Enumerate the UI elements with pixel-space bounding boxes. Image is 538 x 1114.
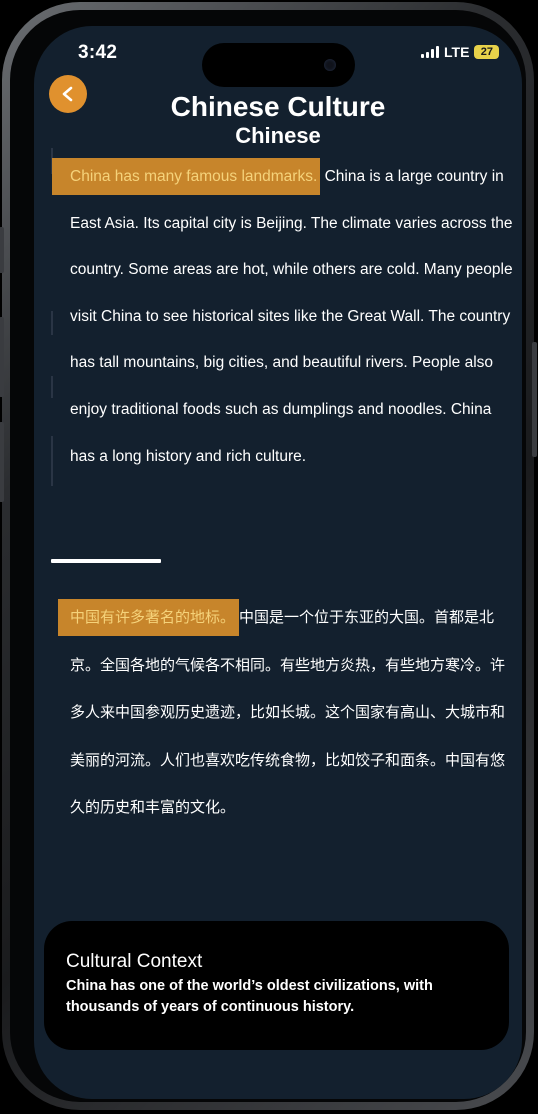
battery-icon: 27	[474, 45, 500, 59]
bezel: 3:42 LTE 27 Chinese Culture Chinese Chin…	[10, 10, 526, 1102]
highlighted-sentence[interactable]: China has many famous landmarks.	[52, 158, 321, 195]
page-subtitle: Chinese	[235, 123, 321, 148]
network-label: LTE	[444, 44, 470, 60]
context-title: Cultural Context	[66, 951, 203, 972]
margin-line	[51, 311, 53, 335]
passage-text: China is a large country in East Asia. I…	[70, 168, 513, 465]
signal-icon	[421, 46, 439, 58]
cultural-context-card: Cultural Context China has one of the wo…	[44, 921, 509, 1050]
volume-up-button	[0, 317, 4, 397]
margin-line	[51, 376, 53, 398]
passage-text-zh: 中国是一个位于东亚的大国。首都是北京。全国各地的气候各不相同。有些地方炎热，有些…	[70, 609, 506, 816]
action-button	[0, 227, 4, 273]
phone-frame: 3:42 LTE 27 Chinese Culture Chinese Chin…	[0, 2, 537, 1110]
highlighted-sentence-zh[interactable]: 中国有许多著名的地标。	[58, 599, 240, 636]
chinese-passage: 中国有许多著名的地标。 中国是一个位于东亚的大国。首都是北京。全国各地的气候各不相…	[58, 594, 515, 832]
app-screen: 3:42 LTE 27 Chinese Culture Chinese Chin…	[34, 26, 522, 1099]
battery-level: 27	[480, 46, 494, 58]
dynamic-island	[202, 43, 355, 87]
camera-icon	[324, 59, 336, 71]
volume-down-button	[0, 422, 4, 502]
page-title: Chinese Culture	[170, 91, 386, 122]
status-indicators: LTE 27	[421, 44, 500, 60]
context-body: China has one of the world’s oldest civi…	[66, 978, 433, 1015]
section-divider	[51, 559, 161, 563]
english-passage: China has many famous landmarks. China i…	[52, 154, 515, 480]
status-time: 3:42	[78, 42, 118, 63]
power-button	[532, 342, 537, 457]
margin-line	[51, 436, 53, 486]
